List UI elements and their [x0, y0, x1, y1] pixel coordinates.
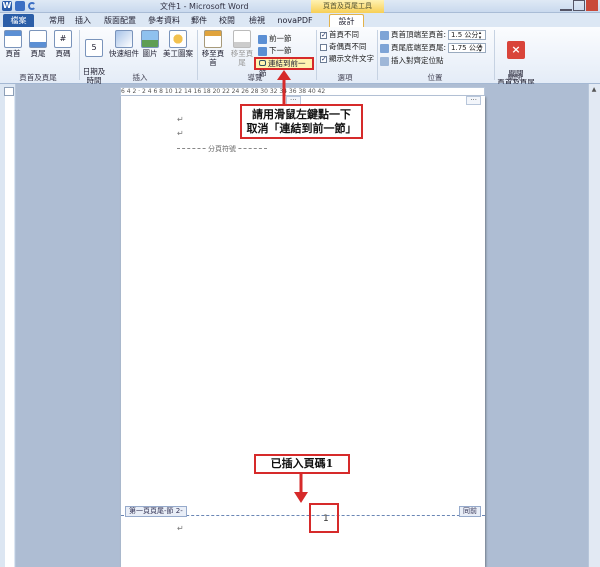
ribbon-tabs: 檔案 常用 插入 版面配置 參考資料 郵件 校閱 檢視 novaPDF 設計 — [0, 13, 600, 27]
group-separator — [494, 30, 495, 80]
page-number-field[interactable]: 1 — [323, 514, 329, 524]
next-section-button[interactable]: 下一節 — [258, 46, 292, 56]
tab-view[interactable]: 檢視 — [246, 14, 268, 27]
save-icon[interactable] — [15, 1, 25, 11]
scroll-up-icon[interactable]: ▲ — [589, 86, 599, 94]
group-label-insert: 插入 — [132, 73, 148, 82]
clipart-icon — [169, 30, 187, 48]
picture-button[interactable]: 圖片 — [140, 30, 160, 58]
quickparts-icon — [115, 30, 133, 48]
goto-footer-icon — [233, 30, 251, 48]
header-position-icon — [380, 30, 389, 40]
callout-arrow-up — [277, 70, 291, 104]
group-separator — [377, 30, 378, 80]
goto-header-icon — [204, 30, 222, 48]
header-button[interactable]: 頁首 — [2, 30, 24, 58]
goto-header-button[interactable]: 移至頁首 — [199, 30, 227, 67]
quick-access-toolbar: W — [2, 1, 36, 11]
checkbox-checked-icon: ✓ — [320, 30, 327, 39]
previous-section-button[interactable]: 前一節 — [258, 34, 292, 44]
footer-section-tag: 第一頁頁尾-節 2- — [125, 506, 187, 517]
footer-position-icon — [380, 43, 389, 53]
picture-icon — [141, 30, 159, 48]
tab-home[interactable]: 常用 — [42, 14, 72, 27]
tab-insert[interactable]: 插入 — [72, 14, 94, 27]
footer-same-as-previous-tag: 同前 — [459, 506, 481, 517]
calendar-icon: 5 — [85, 39, 103, 57]
group-separator — [197, 30, 198, 80]
tab-references[interactable]: 參考資料 — [144, 14, 184, 27]
undo-icon[interactable] — [28, 2, 36, 10]
tab-novapdf[interactable]: novaPDF — [274, 14, 316, 27]
window-title: 文件1 - Microsoft Word — [160, 2, 249, 11]
title-bar: W 文件1 - Microsoft Word 頁首及頁尾工具 — [0, 0, 600, 13]
paragraph-mark: ↵ — [177, 115, 184, 124]
group-label-header-footer: 頁首及頁尾 — [19, 73, 57, 82]
group-label-options: 選項 — [337, 73, 353, 82]
checkbox-unchecked-icon — [320, 43, 327, 51]
different-first-page-checkbox[interactable]: ✓ 首頁不同 — [320, 30, 359, 40]
maximize-icon[interactable] — [573, 0, 585, 11]
page-number-icon: # — [54, 30, 72, 48]
tab-design[interactable]: 設計 — [329, 14, 364, 27]
close-red-x-icon: × — [507, 41, 525, 59]
vertical-scrollbar[interactable] — [588, 84, 600, 567]
quickparts-button[interactable]: 快速組件 — [108, 30, 140, 58]
page-number-highlight: 1 — [309, 503, 339, 533]
horizontal-ruler[interactable]: 6 4 2 · 2 4 6 8 10 12 14 16 18 20 22 24 … — [120, 87, 485, 96]
footer-from-bottom-field[interactable]: 頁尾底端至頁尾: 1.75 公分 — [380, 43, 487, 53]
footer-icon — [29, 30, 47, 48]
tab-selector[interactable] — [4, 87, 14, 96]
page-break-marker: 分頁符號 — [177, 145, 267, 153]
group-separator — [79, 30, 80, 80]
insert-align-tab-button[interactable]: 插入對齊定位點 — [380, 56, 444, 66]
context-tool-title: 頁首及頁尾工具 — [311, 0, 384, 13]
close-icon[interactable] — [586, 0, 598, 11]
group-label-close: 關閉 — [507, 73, 523, 82]
header-from-top-field[interactable]: 頁首頂端至頁首: 1.5 公分 — [380, 30, 487, 40]
word-icon: W — [2, 1, 12, 11]
goto-footer-button[interactable]: 移至頁尾 — [228, 30, 256, 67]
header-icon — [4, 30, 22, 48]
tab-layout[interactable]: 版面配置 — [100, 14, 140, 27]
checkbox-checked-icon: ✓ — [320, 54, 327, 63]
callout-arrow-down — [294, 474, 308, 503]
page-number-button[interactable]: # 頁碼 — [52, 30, 74, 58]
footer-from-bottom-input[interactable]: 1.75 公分 — [448, 43, 487, 53]
footer-button[interactable]: 頁尾 — [27, 30, 49, 58]
align-tab-icon — [380, 56, 389, 66]
datetime-button[interactable]: 5 日期及 時間 — [82, 30, 106, 85]
link-icon — [259, 60, 266, 66]
link-to-previous-button[interactable]: 連結到前一節 — [254, 57, 314, 78]
window-controls — [560, 0, 598, 11]
tab-mailings[interactable]: 郵件 — [188, 14, 210, 27]
clipart-button[interactable]: 美工圖案 — [162, 30, 194, 58]
instruction-callout: 請用滑鼠左鍵點一下 取消「連結到前一節」 — [240, 104, 363, 139]
minimize-icon[interactable] — [560, 0, 572, 11]
ribbon: 頁首 頁尾 # 頁碼 頁首及頁尾 5 日期及 時間 快速組件 圖片 美工圖案 插… — [0, 27, 600, 87]
vertical-ruler — [5, 96, 14, 567]
paragraph-mark: ↵ — [177, 524, 184, 533]
header-from-top-input[interactable]: 1.5 公分 — [448, 30, 487, 40]
group-label-position: 位置 — [427, 73, 443, 82]
different-odd-even-checkbox[interactable]: 奇偶頁不同 — [320, 42, 367, 52]
tab-review[interactable]: 校閱 — [216, 14, 238, 27]
show-document-text-checkbox[interactable]: ✓ 顯示文件文字 — [320, 54, 374, 64]
group-separator — [316, 30, 317, 80]
header-same-tag: ··· — [466, 96, 481, 105]
arrow-up-icon — [258, 34, 267, 44]
tab-file[interactable]: 檔案 — [3, 14, 34, 27]
arrow-down-icon — [258, 46, 267, 56]
inserted-callout: 已插入頁碼1 — [254, 454, 350, 474]
paragraph-mark: ↵ — [177, 129, 184, 138]
